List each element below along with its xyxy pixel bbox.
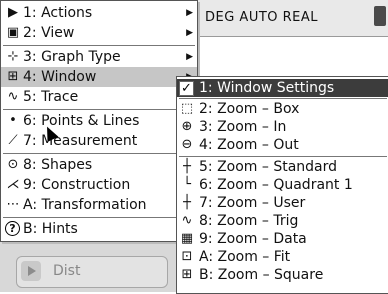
submenu-item-label: A: Zoom – Fit [199,249,291,265]
menu-divider [179,156,387,157]
menu-item-hints[interactable]: ? B: Hints [1,219,197,239]
zoom-square-icon: ⊞ [181,267,193,282]
menu-item-label: B: Hints [23,221,78,237]
battery-icon [374,6,386,26]
menu-item-label: 1: Actions [23,5,93,21]
submenu-item-label: 5: Zoom – Standard [199,159,338,175]
window-settings-icon: ✓ [179,81,194,96]
menu-item-label: 2: View [23,25,75,41]
trace-icon: ∿ [7,89,19,104]
submenu-item-label: 6: Zoom – Quadrant 1 [199,177,353,193]
submenu-item-zoom-out[interactable]: ⊖ 4: Zoom – Out [177,136,388,154]
zoom-fit-icon: ⊡ [181,249,193,264]
points-lines-icon: • [9,113,17,128]
menu-divider [3,153,195,154]
submenu-item-window-settings[interactable]: ✓ 1: Window Settings [177,79,388,97]
submenu-item-label: 3: Zoom – In [199,119,287,135]
submenu-item-zoom-box[interactable]: ⬚ 2: Zoom – Box [177,100,388,118]
zoom-in-icon: ⊕ [181,119,193,134]
submenu-arrow-icon: ▶ [186,8,193,18]
menu-item-label: 6: Points & Lines [23,113,140,129]
menu-item-label: 5: Trace [23,89,79,105]
menu-item-points-lines[interactable]: • 6: Points & Lines ▶ [1,111,197,131]
submenu-item-zoom-data[interactable]: ▦ 9: Zoom – Data [177,230,388,248]
submenu-item-label: 7: Zoom – User [199,195,306,211]
submenu-item-label: B: Zoom – Square [199,267,324,283]
zoom-trig-icon: ∿ [181,213,193,228]
menu-divider [3,109,195,110]
submenu-arrow-icon: ▶ [186,28,193,38]
submenu-item-label: 1: Window Settings [199,80,335,96]
expand-entry-icon[interactable] [21,261,41,281]
mode-indicator: DEG AUTO REAL [205,10,319,25]
menu-item-view[interactable]: ▣ 2: View ▶ [1,23,197,43]
measurement-icon: ⟋ [8,133,18,148]
menu-divider [179,98,387,99]
menu-item-label: 7: Measurement [23,133,138,149]
menu-divider [3,217,195,218]
zoom-box-icon: ⬚ [180,101,194,116]
submenu-item-label: 8: Zoom – Trig [199,213,299,229]
menu-item-label: A: Transformation [23,197,147,213]
submenu-item-zoom-standard[interactable]: ┼ 5: Zoom – Standard [177,158,388,176]
shapes-icon: ⊙ [7,157,19,172]
menu-item-transformation[interactable]: ⋯ A: Transformation ▶ [1,195,197,215]
submenu-item-zoom-square[interactable]: ⊞ B: Zoom – Square [177,266,388,284]
view-icon: ▣ [6,25,20,40]
zoom-user-icon: ┼ [183,195,191,210]
menu-item-graph-type[interactable]: ⊹ 3: Graph Type ▶ [1,47,197,67]
menu-divider [3,45,195,46]
menu-item-label: 8: Shapes [23,157,93,173]
submenu-item-label: 2: Zoom – Box [199,101,300,117]
submenu-item-zoom-fit[interactable]: ⊡ A: Zoom – Fit [177,248,388,266]
graph-type-icon: ⊹ [7,49,19,64]
submenu-item-zoom-quadrant-1[interactable]: └ 6: Zoom – Quadrant 1 [177,176,388,194]
window-submenu: ✓ 1: Window Settings ⬚ 2: Zoom – Box ⊕ 3… [176,76,388,294]
hints-icon: ? [5,221,20,236]
menu-item-label: 9: Construction [23,177,131,193]
entry-line-text: Dist [53,263,81,279]
menu-item-construction[interactable]: ⋌ 9: Construction ▶ [1,175,197,195]
main-menu: ▶ 1: Actions ▶ ▣ 2: View ▶ ⊹ 3: Graph Ty… [0,0,198,242]
menu-item-trace[interactable]: ∿ 5: Trace ▶ [1,87,197,107]
submenu-item-zoom-user[interactable]: ┼ 7: Zoom – User [177,194,388,212]
menu-item-label: 4: Window [23,69,97,85]
submenu-arrow-icon: ▶ [186,52,193,62]
submenu-item-label: 4: Zoom – Out [199,137,299,153]
menu-item-label: 3: Graph Type [23,49,121,65]
zoom-standard-icon: ┼ [183,159,191,174]
menu-item-actions[interactable]: ▶ 1: Actions ▶ [1,3,197,23]
construction-icon: ⋌ [6,177,20,192]
transformation-icon: ⋯ [6,197,20,212]
menu-item-measurement[interactable]: ⟋ 7: Measurement ▶ [1,131,197,151]
menu-item-shapes[interactable]: ⊙ 8: Shapes ▶ [1,155,197,175]
zoom-out-icon: ⊖ [181,137,193,152]
submenu-item-zoom-trig[interactable]: ∿ 8: Zoom – Trig [177,212,388,230]
entry-line[interactable]: Dist [16,256,168,288]
submenu-item-zoom-in[interactable]: ⊕ 3: Zoom – In [177,118,388,136]
menu-item-window[interactable]: ⊞ 4: Window ▶ [1,67,197,87]
zoom-data-icon: ▦ [180,231,194,246]
submenu-item-label: 9: Zoom – Data [199,231,307,247]
window-icon: ⊞ [7,69,19,84]
arrow-pointer-icon: ▶ [8,5,18,20]
zoom-quadrant-icon: └ [183,177,191,192]
